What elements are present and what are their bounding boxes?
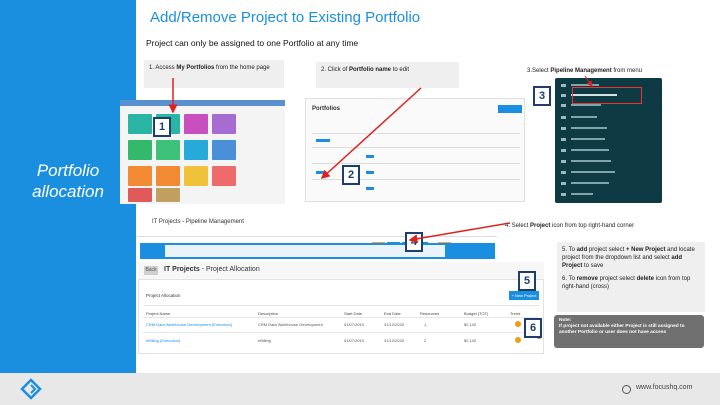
table-cell: 01/07/2019 xyxy=(344,338,365,343)
project-link[interactable]: eBilling (Execution) xyxy=(146,338,180,343)
footer-url[interactable]: www.focushq.com xyxy=(636,384,692,391)
trend-icon xyxy=(515,321,521,327)
step-3-callout: 3.Select Pipeline Management from menu xyxy=(527,68,643,74)
slide-subtitle: Project can only be assigned to one Port… xyxy=(146,38,359,48)
col-project-name: Project Name xyxy=(146,311,171,316)
globe-icon xyxy=(622,385,631,394)
table-cell: $2,100 xyxy=(464,338,477,343)
step-2-callout: 2. Click of Portfolio name to edit xyxy=(316,62,459,88)
table-cell: $2,100 xyxy=(464,322,477,327)
table-cell: CRM Data Warehouse Development xyxy=(258,322,323,327)
back-button[interactable]: Back xyxy=(144,266,158,275)
focus-logo-icon xyxy=(20,378,42,400)
table-cell: 31/12/2020 xyxy=(384,322,405,327)
col-resources: Resources xyxy=(420,311,440,316)
col-budget: Budget (TOT) xyxy=(464,311,489,316)
step-1-callout: 1. Access My Portfolios from the home pa… xyxy=(144,60,284,88)
new-portfolio-button[interactable] xyxy=(498,105,522,113)
step-badge-3: 3 xyxy=(533,86,551,106)
step-5-6-callout: 5. To add project select + New Project a… xyxy=(557,242,705,312)
section-title: Portfolio allocation xyxy=(32,161,104,201)
table-cell: 2 xyxy=(424,338,427,343)
step-badge-2: 2 xyxy=(342,165,360,185)
note-box: Note: If project not available either Pr… xyxy=(554,315,704,348)
col-end-date: End Date xyxy=(384,311,401,316)
project-allocation-title: IT Projects - Project Allocation xyxy=(164,266,260,273)
col-trend: Trend xyxy=(510,311,521,316)
step-badge-5: 5 xyxy=(518,271,536,291)
table-cell: eBilling xyxy=(258,338,271,343)
step-badge-4: 4 xyxy=(405,232,423,252)
pipeline-management-highlight xyxy=(572,87,642,104)
new-project-button[interactable]: + New Project xyxy=(509,291,539,300)
project-allocation-label: Project Allocation xyxy=(146,293,181,298)
step-badge-1: 1 xyxy=(153,117,171,137)
col-description: Description xyxy=(258,311,279,316)
project-link[interactable]: CRM Data Warehouse Development (Executio… xyxy=(146,322,232,327)
step-4-callout: 4. Select Project icon from top right-ha… xyxy=(505,223,635,229)
footer-bar xyxy=(0,373,720,405)
portfolios-list-screenshot: Portfolios xyxy=(305,98,525,202)
trend-icon xyxy=(515,337,521,343)
sub-bar-inner xyxy=(165,245,445,257)
slide-title: Add/Remove Project to Existing Portfolio xyxy=(150,9,421,26)
table-cell: 31/12/2020 xyxy=(384,338,405,343)
table-cell: 01/07/2019 xyxy=(344,322,365,327)
portfolios-heading: Portfolios xyxy=(312,106,340,112)
pipeline-title-overlay: IT Projects - Pipeline Management xyxy=(152,219,244,225)
step-badge-6: 6 xyxy=(524,318,542,338)
home-page-screenshot xyxy=(120,100,285,204)
col-start-date: Start Date xyxy=(344,311,363,316)
table-cell: 1 xyxy=(424,322,427,327)
